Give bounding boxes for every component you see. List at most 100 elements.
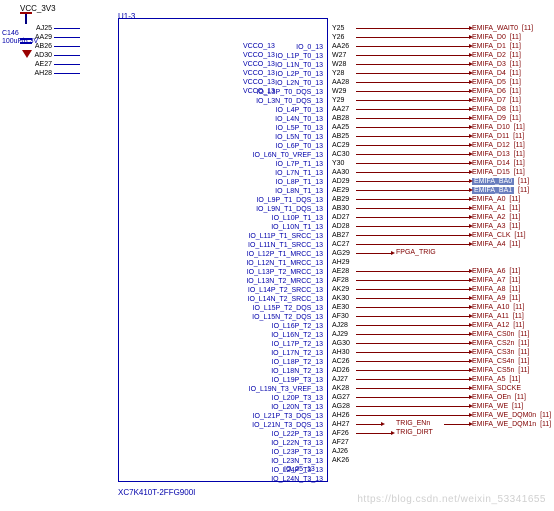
net-row: EMIFA_D0 [11] (356, 33, 552, 42)
net-row: EMIFA_CLK [11] (356, 231, 552, 240)
net-label: EMIFA_CS4n [11] (472, 358, 552, 365)
net-wire (356, 154, 470, 155)
net-row: EMIFA_A2 [11] (356, 213, 552, 222)
io-pin-name: IO_L5N_T0_13 (246, 133, 323, 142)
net-label: EMIFA_A6 [11] (472, 268, 552, 275)
net-row: EMIFA_A9 [11] (356, 294, 552, 303)
io-pin-name: IO_L8N_T1_13 (246, 187, 323, 196)
io-pin-name: IO_L13N_T2_MRCC_13 (246, 277, 323, 286)
pin-number: AF30 (332, 312, 350, 321)
wire (54, 55, 80, 56)
net-row: EMIFA_A3 [11] (356, 222, 552, 231)
net-row: EMIFA_D11 [11] (356, 132, 552, 141)
wire (54, 73, 80, 74)
pin-number: AK28 (332, 384, 350, 393)
net-row: EMIFA_D1 [11] (356, 42, 552, 51)
pin-number: AB25 (332, 132, 350, 141)
io-pin-name: IO_0_13 (246, 43, 323, 52)
io-pin-name: IO_L9N_T1_DQS_13 (246, 205, 323, 214)
io-pin-name: IO_L7P_T1_13 (246, 160, 323, 169)
net-row: EMIFA_WE [11] (356, 402, 552, 411)
pin-number: AC27 (332, 240, 350, 249)
net-wire (356, 397, 470, 398)
net-row: FPGA_TRIG (356, 249, 552, 258)
pin-number: AA27 (332, 105, 350, 114)
io-pin-name: IO_L17P_T2_13 (246, 340, 323, 349)
net-label: EMIFA_A1 [11] (472, 205, 552, 212)
pin-number: AK26 (332, 456, 350, 465)
net-label: EMIFA_WE_DQM1n [11] (472, 421, 552, 428)
wire (54, 64, 80, 65)
io-pin-name: IO_L2P_T0_13 (246, 70, 323, 79)
net-row: EMIFA_A4 [11] (356, 240, 552, 249)
pin-number: AF26 (332, 429, 350, 438)
pin-number: AG29 (332, 249, 350, 258)
watermark: https://blog.csdn.net/weixin_53341655 (357, 494, 546, 505)
pin-number: AD28 (332, 222, 350, 231)
net-label: EMIFA_CS0n [11] (472, 331, 552, 338)
net-wire (356, 91, 470, 92)
pin-number: AE28 (332, 267, 350, 276)
net-row: EMIFA_CS4n [11] (356, 357, 552, 366)
io-pin-name: IO_L16N_T2_13 (246, 331, 323, 340)
io-pin-name: IO_L23N_T3_13 (246, 457, 323, 466)
net-label: EMIFA_D5 [11] (472, 79, 552, 86)
net-row: EMIFA_BA0 [11] (356, 177, 552, 186)
pin-number: AE29 (332, 186, 350, 195)
io-pin-name: IO_L19N_T3_VREF_13 (246, 385, 323, 394)
net-label: EMIFA_SDCKE (472, 385, 552, 392)
net-row: EMIFA_WE_DQM0n [11] (356, 411, 552, 420)
io-pin-name: IO_L20N_T3_13 (246, 403, 323, 412)
net-row: EMIFA_A12 [11] (356, 321, 552, 330)
net-row: EMIFA_CS3n [11] (356, 348, 552, 357)
net-label: EMIFA_CS5n [11] (472, 367, 552, 374)
pin-number: AB26 (32, 43, 54, 50)
net-wire (356, 226, 470, 227)
io-pin-name: IO_L8P_T1_13 (246, 178, 323, 187)
io-pin-name: IO_L21P_T3_DQS_13 (246, 412, 323, 421)
io-pin-name: IO_L18P_T2_13 (246, 358, 323, 367)
pin-number: AB30 (332, 204, 350, 213)
pin-number: AJ29 (332, 330, 350, 339)
net-label: EMIFA_A9 [11] (472, 295, 552, 302)
pin-number: AD30 (32, 52, 54, 59)
net-row: EMIFA_A8 [11] (356, 285, 552, 294)
net-label: EMIFA_A10 [11] (472, 304, 552, 311)
net-row: EMIFA_A10 [11] (356, 303, 552, 312)
net-wire (356, 199, 470, 200)
net-label: EMIFA_A7 [11] (472, 277, 552, 284)
ground-icon (22, 50, 32, 58)
net-row: EMIFA_D7 [11] (356, 96, 552, 105)
pin-number: AE27 (32, 61, 54, 68)
net-label: EMIFA_D10 [11] (472, 124, 552, 131)
net-wire (356, 370, 470, 371)
net-label: EMIFA_D11 [11] (472, 133, 552, 140)
wire (54, 28, 80, 29)
io-pin-name: IO_L3P_T0_DQS_13 (246, 88, 323, 97)
pin-number: Y29 (332, 96, 350, 105)
pin-number: AD26 (332, 366, 350, 375)
net-row: EMIFA_A1 [11] (356, 204, 552, 213)
pin-number: AC29 (332, 141, 350, 150)
net-label: EMIFA_OEn [11] (472, 394, 552, 401)
net-wire (356, 424, 382, 425)
net-row (356, 438, 552, 447)
pin-number: AA29 (32, 34, 54, 41)
net-row: EMIFA_D3 [11] (356, 60, 552, 69)
net-wire (356, 280, 470, 281)
net-label: EMIFA_A3 [11] (472, 223, 552, 230)
net-label: EMIFA_D12 [11] (472, 142, 552, 149)
pin-number: AG28 (332, 402, 350, 411)
net-wire (356, 352, 470, 353)
pin-number: AH29 (332, 258, 350, 267)
net-label: EMIFA_D2 [11] (472, 52, 552, 59)
io-pin-name: IO_L18N_T2_13 (246, 367, 323, 376)
net-wire (356, 46, 470, 47)
net-row: EMIFA_D10 [11] (356, 123, 552, 132)
net-wire (356, 127, 470, 128)
net-label: EMIFA_WE [11] (472, 403, 552, 410)
pin-number: AF27 (332, 438, 350, 447)
net-row: EMIFA_BA1 [11] (356, 186, 552, 195)
net-label: EMIFA_CS2n [11] (472, 340, 552, 347)
pin-number: AB29 (332, 195, 350, 204)
